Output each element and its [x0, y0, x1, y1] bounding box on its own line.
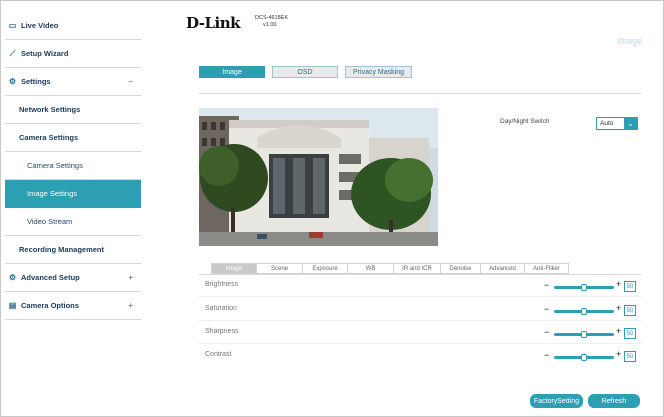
firmware-version: v1.00: [263, 22, 277, 28]
model-name: DCS-4618EK: [255, 15, 289, 21]
subtab-ir-icr[interactable]: IR and ICR: [394, 263, 441, 274]
slider-thumb[interactable]: [581, 354, 587, 361]
sharpness-slider[interactable]: − + 50: [544, 326, 640, 340]
sidebar-item-advanced-setup[interactable]: ⚙ Advanced Setup +: [5, 264, 141, 292]
camera-preview: [199, 108, 438, 246]
decrease-icon[interactable]: −: [544, 304, 549, 314]
slider-thumb[interactable]: [581, 284, 587, 291]
sidebar-item-camera-settings[interactable]: Camera Settings: [5, 124, 141, 152]
gear-icon: ⚙: [8, 77, 17, 86]
refresh-button[interactable]: Refresh: [588, 394, 640, 408]
tab-image[interactable]: Image: [199, 66, 265, 78]
video-icon: ▭: [8, 21, 17, 30]
chevron-down-icon[interactable]: ⌄: [624, 118, 637, 129]
day-night-select[interactable]: Auto ⌄: [596, 117, 638, 130]
brand-logo: D-Link: [186, 14, 241, 32]
sidebar-item-label: Camera Options: [21, 301, 79, 310]
sharpness-label: Sharpness: [205, 328, 239, 335]
day-night-value: Auto: [600, 120, 614, 127]
contrast-value[interactable]: 50: [624, 351, 636, 362]
increase-icon[interactable]: +: [616, 349, 621, 359]
sidebar-item-video-stream[interactable]: Video Stream: [5, 208, 141, 236]
sidebar-item-label: Image Settings: [27, 189, 78, 198]
decrease-icon[interactable]: −: [544, 350, 549, 360]
model-info: DCS-4618EK v1.00: [255, 15, 288, 29]
expand-icon[interactable]: +: [128, 301, 133, 310]
day-night-label: Day/Night Switch: [500, 118, 550, 125]
wand-icon: ⟋: [9, 48, 16, 58]
factory-setting-button[interactable]: FactorySetting: [530, 394, 583, 408]
subtab-denoise[interactable]: Denoise: [441, 263, 481, 274]
saturation-value[interactable]: 50: [624, 305, 636, 316]
sidebar-item-label: Advanced Setup: [21, 273, 80, 282]
sidebar-item-label: Video Stream: [27, 217, 73, 226]
divider: [199, 93, 641, 94]
sidebar-item-label: Live Video: [21, 21, 59, 30]
camera-options-icon: ▤: [8, 301, 17, 310]
divider: [199, 343, 641, 344]
sidebar-item-settings[interactable]: ⚙ Settings –: [5, 68, 141, 96]
divider: [199, 296, 641, 297]
saturation-slider[interactable]: − + 50: [544, 303, 640, 317]
sidebar: ▭ Live Video ⟋ Setup Wizard ⚙ Settings –…: [5, 12, 141, 320]
collapse-icon[interactable]: –: [129, 77, 133, 86]
advanced-icon: ⚙: [8, 273, 17, 282]
sidebar-item-camera-options[interactable]: ▤ Camera Options +: [5, 292, 141, 320]
sidebar-item-label: Camera Settings: [27, 161, 83, 170]
sidebar-item-label: Camera Settings: [19, 133, 79, 142]
decrease-icon[interactable]: −: [544, 327, 549, 337]
subtab-wb[interactable]: WB: [348, 263, 394, 274]
increase-icon[interactable]: +: [616, 303, 621, 313]
saturation-label: Saturation: [205, 305, 237, 312]
subtab-anti-flicker[interactable]: Anti-Fliker: [525, 263, 569, 274]
sidebar-item-label: Recording Management: [19, 245, 105, 254]
sidebar-item-image-settings[interactable]: Image Settings: [5, 180, 141, 208]
tab-privacy-masking[interactable]: Privacy Masking: [345, 66, 412, 78]
subtab-advanced[interactable]: Advanced: [481, 263, 525, 274]
sidebar-item-label: Network Settings: [19, 105, 81, 114]
contrast-label: Contrast: [205, 351, 232, 358]
contrast-slider[interactable]: − + 50: [544, 349, 640, 363]
page-title: Image: [616, 36, 642, 46]
slider-thumb[interactable]: [581, 331, 587, 338]
increase-icon[interactable]: +: [616, 326, 621, 336]
tab-osd[interactable]: OSD: [272, 66, 338, 78]
expand-icon[interactable]: +: [128, 273, 133, 282]
divider: [199, 320, 641, 321]
subtab-exposure[interactable]: Exposure: [303, 263, 348, 274]
subtab-scene[interactable]: Scene: [257, 263, 303, 274]
increase-icon[interactable]: +: [616, 279, 621, 289]
sidebar-item-label: Setup Wizard: [21, 49, 69, 58]
brightness-label: Brightness: [205, 281, 239, 288]
camera-image: [199, 108, 438, 246]
sidebar-item-network-settings[interactable]: Network Settings: [5, 96, 141, 124]
sidebar-item-label: Settings: [21, 77, 51, 86]
sidebar-item-recording-management[interactable]: Recording Management: [5, 236, 141, 264]
divider: [199, 274, 641, 275]
decrease-icon[interactable]: −: [544, 280, 549, 290]
subtab-image[interactable]: Image: [211, 263, 257, 274]
sidebar-item-camera-settings-sub[interactable]: Camera Settings: [5, 152, 141, 180]
brightness-slider[interactable]: − + 50: [544, 279, 640, 293]
sidebar-item-setup-wizard[interactable]: ⟋ Setup Wizard: [5, 40, 141, 68]
image-sub-tabs: Image Scene Exposure WB IR and ICR Denoi…: [211, 263, 569, 274]
brightness-value[interactable]: 50: [624, 281, 636, 292]
sharpness-value[interactable]: 50: [624, 328, 636, 339]
sidebar-item-live-video[interactable]: ▭ Live Video: [5, 12, 141, 40]
slider-thumb[interactable]: [581, 308, 587, 315]
